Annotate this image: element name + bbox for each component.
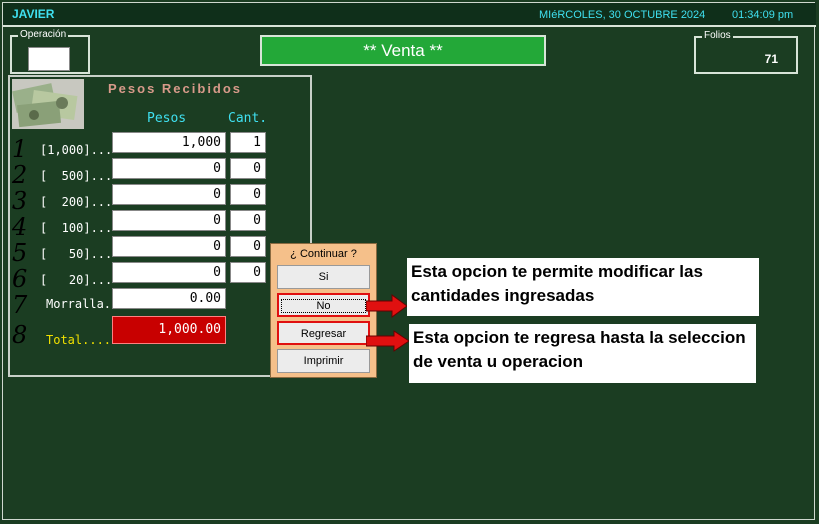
- row-label: [ 200]...: [40, 195, 113, 209]
- row-key: 2: [12, 161, 28, 189]
- morralla-label: Morralla.: [46, 297, 112, 311]
- row-key: 5: [12, 239, 28, 267]
- cant-input[interactable]: 0: [230, 158, 266, 179]
- top-bar: JAVIER MIéRCOLES, 30 OCTUBRE 2024 01:34:…: [3, 3, 816, 27]
- operacion-group: Operación: [10, 29, 90, 74]
- pesos-input[interactable]: 0: [112, 262, 226, 283]
- callout-regresar: Esta opcion te regresa hasta la seleccio…: [409, 324, 756, 383]
- pesos-input[interactable]: 1,000: [112, 132, 226, 153]
- cant-input[interactable]: 0: [230, 210, 266, 231]
- pesos-input[interactable]: 0: [112, 236, 226, 257]
- cant-input[interactable]: 1: [230, 132, 266, 153]
- col-pesos-header: Pesos: [147, 111, 187, 126]
- operacion-input[interactable]: [28, 47, 70, 71]
- row-label: [ 100]...: [40, 221, 113, 235]
- no-button[interactable]: No: [277, 293, 370, 317]
- callout-no: Esta opcion te permite modificar las can…: [407, 258, 759, 316]
- row-key: 7: [12, 291, 28, 319]
- folios-legend: Folios: [702, 30, 733, 42]
- arrow-right-icon: [366, 294, 408, 318]
- pesos-input[interactable]: 0: [112, 184, 226, 205]
- venta-banner: ** Venta **: [260, 35, 546, 66]
- imprimir-button[interactable]: Imprimir: [277, 349, 370, 373]
- pesos-input[interactable]: 0: [112, 158, 226, 179]
- cant-input[interactable]: 0: [230, 236, 266, 257]
- row-label: [1,000]...: [40, 143, 113, 157]
- col-cant-header: Cant.: [228, 111, 268, 126]
- folio-number: 71: [764, 52, 778, 66]
- continuar-dialog: ¿ Continuar ? Si No Regresar Imprimir: [270, 243, 377, 378]
- morralla-input[interactable]: 0.00: [112, 288, 226, 309]
- no-button-label: No: [281, 299, 366, 313]
- row-label: [ 500]...: [40, 169, 113, 183]
- folios-group: Folios 71: [694, 30, 798, 74]
- row-key: 6: [12, 265, 28, 293]
- current-date: MIéRCOLES, 30 OCTUBRE 2024: [539, 9, 706, 21]
- pesos-input[interactable]: 0: [112, 210, 226, 231]
- row-key: 8: [12, 321, 28, 349]
- total-value: 1,000.00: [112, 316, 226, 344]
- row-label: [ 20]...: [40, 273, 113, 287]
- total-label: Total....: [46, 333, 112, 347]
- dialog-question: ¿ Continuar ?: [290, 248, 357, 260]
- regresar-button[interactable]: Regresar: [277, 321, 370, 345]
- money-icon: [12, 79, 84, 129]
- row-label: [ 50]...: [40, 247, 113, 261]
- row-key: 3: [12, 187, 28, 215]
- row-key: 4: [12, 213, 28, 241]
- pesos-recibidos-panel: Pesos Recibidos Pesos Cant. 1 [1,000]...…: [8, 75, 312, 377]
- cant-input[interactable]: 0: [230, 262, 266, 283]
- operacion-legend: Operación: [18, 29, 69, 41]
- cant-input[interactable]: 0: [230, 184, 266, 205]
- user-name: JAVIER: [12, 7, 55, 21]
- si-button[interactable]: Si: [277, 265, 370, 289]
- current-time: 01:34:09 pm: [732, 9, 794, 21]
- row-key: 1: [12, 135, 28, 163]
- panel-title: Pesos Recibidos: [108, 81, 243, 96]
- arrow-right-icon: [366, 330, 410, 352]
